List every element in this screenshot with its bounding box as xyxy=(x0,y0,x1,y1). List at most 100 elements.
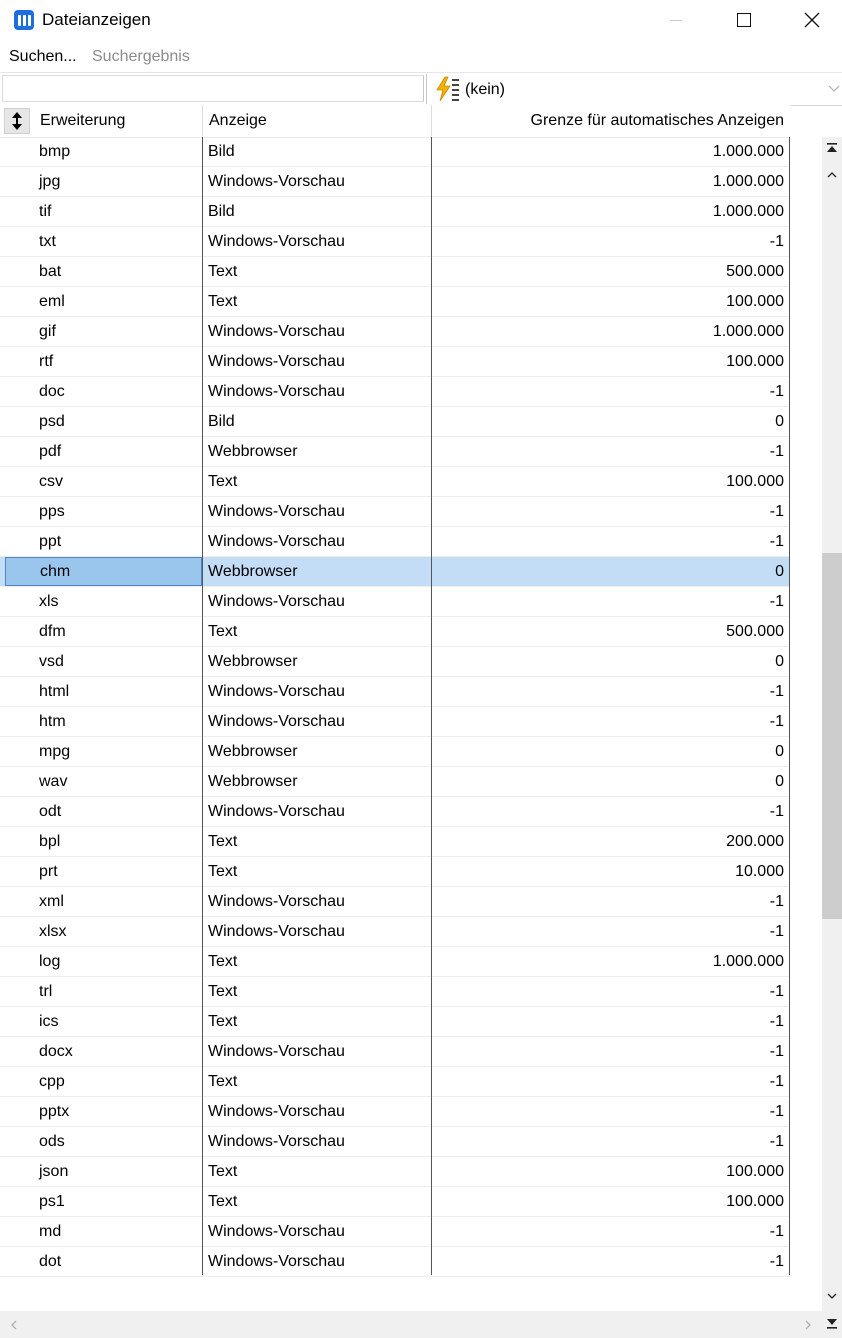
cell-extension[interactable]: pptx xyxy=(34,1097,200,1126)
table-row[interactable]: dot Windows-Vorschau -1 xyxy=(0,1247,790,1277)
table-row[interactable]: rtf Windows-Vorschau 100.000 xyxy=(0,347,790,377)
cell-limit[interactable]: -1 xyxy=(432,797,784,826)
scroll-down-button[interactable] xyxy=(822,1287,842,1305)
cell-view[interactable]: Windows-Vorschau xyxy=(203,317,431,346)
scroll-to-bottom-button[interactable] xyxy=(822,1311,842,1338)
cell-extension[interactable]: chm xyxy=(5,557,202,586)
table-row[interactable]: psd Bild 0 xyxy=(0,407,790,437)
horizontal-scrollbar[interactable] xyxy=(0,1311,822,1338)
cell-view[interactable]: Text xyxy=(203,287,431,316)
filter-combo[interactable]: (kein) xyxy=(426,74,842,104)
cell-extension[interactable]: eml xyxy=(34,287,200,316)
vertical-scrollbar[interactable] xyxy=(822,137,842,1311)
scroll-right-button[interactable] xyxy=(798,1315,818,1335)
cell-view[interactable]: Windows-Vorschau xyxy=(203,497,431,526)
table-row[interactable]: wav Webbrowser 0 xyxy=(0,767,790,797)
minimize-button[interactable] xyxy=(646,0,706,40)
table-row[interactable]: xml Windows-Vorschau -1 xyxy=(0,887,790,917)
table-row[interactable]: tif Bild 1.000.000 xyxy=(0,197,790,227)
cell-view[interactable]: Text xyxy=(203,1067,431,1096)
cell-view[interactable]: Windows-Vorschau xyxy=(203,887,431,916)
cell-limit[interactable]: -1 xyxy=(432,497,784,526)
cell-extension[interactable]: xml xyxy=(34,887,200,916)
cell-view[interactable]: Windows-Vorschau xyxy=(203,707,431,736)
cell-extension[interactable]: pps xyxy=(34,497,200,526)
cell-limit[interactable]: 100.000 xyxy=(432,1187,784,1216)
cell-limit[interactable]: -1 xyxy=(432,917,784,946)
cell-extension[interactable]: csv xyxy=(34,467,200,496)
scroll-to-top-button[interactable] xyxy=(822,139,842,157)
cell-limit[interactable]: -1 xyxy=(432,1037,784,1066)
cell-extension[interactable]: dot xyxy=(34,1247,200,1276)
cell-limit[interactable]: 10.000 xyxy=(432,857,784,886)
cell-extension[interactable]: wav xyxy=(34,767,200,796)
cell-extension[interactable]: json xyxy=(34,1157,200,1186)
cell-limit[interactable]: 1.000.000 xyxy=(432,167,784,196)
cell-limit[interactable]: -1 xyxy=(432,887,784,916)
cell-extension[interactable]: rtf xyxy=(34,347,200,376)
cell-limit[interactable]: -1 xyxy=(432,437,784,466)
cell-limit[interactable]: -1 xyxy=(432,1127,784,1156)
table-row[interactable]: pptx Windows-Vorschau -1 xyxy=(0,1097,790,1127)
cell-limit[interactable]: 1.000.000 xyxy=(432,197,784,226)
table-row[interactable]: ics Text -1 xyxy=(0,1007,790,1037)
cell-extension[interactable]: md xyxy=(34,1217,200,1246)
cell-view[interactable]: Text xyxy=(203,257,431,286)
table-row[interactable]: cpp Text -1 xyxy=(0,1067,790,1097)
scroll-left-button[interactable] xyxy=(4,1315,24,1335)
cell-extension[interactable]: doc xyxy=(34,377,200,406)
cell-limit[interactable]: 0 xyxy=(432,767,784,796)
cell-limit[interactable]: 500.000 xyxy=(432,257,784,286)
cell-limit[interactable]: 0 xyxy=(432,737,784,766)
vertical-scroll-thumb[interactable] xyxy=(822,553,842,919)
cell-extension[interactable]: bmp xyxy=(34,137,200,166)
cell-view[interactable]: Windows-Vorschau xyxy=(203,227,431,256)
table-row[interactable]: txt Windows-Vorschau -1 xyxy=(0,227,790,257)
table-row[interactable]: vsd Webbrowser 0 xyxy=(0,647,790,677)
chevron-down-icon[interactable] xyxy=(827,81,841,95)
cell-limit[interactable]: -1 xyxy=(432,527,784,556)
table-row[interactable]: mpg Webbrowser 0 xyxy=(0,737,790,767)
cell-limit[interactable]: 100.000 xyxy=(432,1157,784,1186)
cell-limit[interactable]: 100.000 xyxy=(432,347,784,376)
cell-view[interactable]: Text xyxy=(203,617,431,646)
cell-limit[interactable]: 100.000 xyxy=(432,467,784,496)
cell-extension[interactable]: xls xyxy=(34,587,200,616)
close-button[interactable] xyxy=(782,0,842,40)
filter-input[interactable] xyxy=(2,75,424,102)
cell-limit[interactable]: 500.000 xyxy=(432,617,784,646)
cell-view[interactable]: Windows-Vorschau xyxy=(203,1127,431,1156)
cell-extension[interactable]: htm xyxy=(34,707,200,736)
column-header-view[interactable]: Anzeige xyxy=(209,105,267,137)
cell-extension[interactable]: log xyxy=(34,947,200,976)
column-header-extension[interactable]: Erweiterung xyxy=(40,105,125,137)
cell-extension[interactable]: tif xyxy=(34,197,200,226)
cell-view[interactable]: Windows-Vorschau xyxy=(203,527,431,556)
cell-extension[interactable]: prt xyxy=(34,857,200,886)
cell-limit[interactable]: -1 xyxy=(432,1097,784,1126)
cell-limit[interactable]: -1 xyxy=(432,587,784,616)
cell-view[interactable]: Windows-Vorschau xyxy=(203,377,431,406)
table-row[interactable]: csv Text 100.000 xyxy=(0,467,790,497)
menu-search-results[interactable]: Suchergebnis xyxy=(92,48,190,66)
cell-limit[interactable]: 100.000 xyxy=(432,287,784,316)
cell-view[interactable]: Text xyxy=(203,1007,431,1036)
cell-extension[interactable]: gif xyxy=(34,317,200,346)
table-row[interactable]: bpl Text 200.000 xyxy=(0,827,790,857)
table-row[interactable]: xlsx Windows-Vorschau -1 xyxy=(0,917,790,947)
table-row[interactable]: chm Webbrowser 0 xyxy=(0,557,790,587)
cell-limit[interactable]: 0 xyxy=(432,407,784,436)
cell-view[interactable]: Webbrowser xyxy=(203,737,431,766)
cell-extension[interactable]: ods xyxy=(34,1127,200,1156)
table-row[interactable]: gif Windows-Vorschau 1.000.000 xyxy=(0,317,790,347)
table-row[interactable]: pps Windows-Vorschau -1 xyxy=(0,497,790,527)
cell-limit[interactable]: 200.000 xyxy=(432,827,784,856)
scroll-up-button[interactable] xyxy=(822,166,842,184)
cell-extension[interactable]: cpp xyxy=(34,1067,200,1096)
cell-extension[interactable]: odt xyxy=(34,797,200,826)
table-row[interactable]: ods Windows-Vorschau -1 xyxy=(0,1127,790,1157)
cell-limit[interactable]: -1 xyxy=(432,377,784,406)
table-row[interactable]: html Windows-Vorschau -1 xyxy=(0,677,790,707)
cell-view[interactable]: Windows-Vorschau xyxy=(203,1097,431,1126)
table-row[interactable]: xls Windows-Vorschau -1 xyxy=(0,587,790,617)
